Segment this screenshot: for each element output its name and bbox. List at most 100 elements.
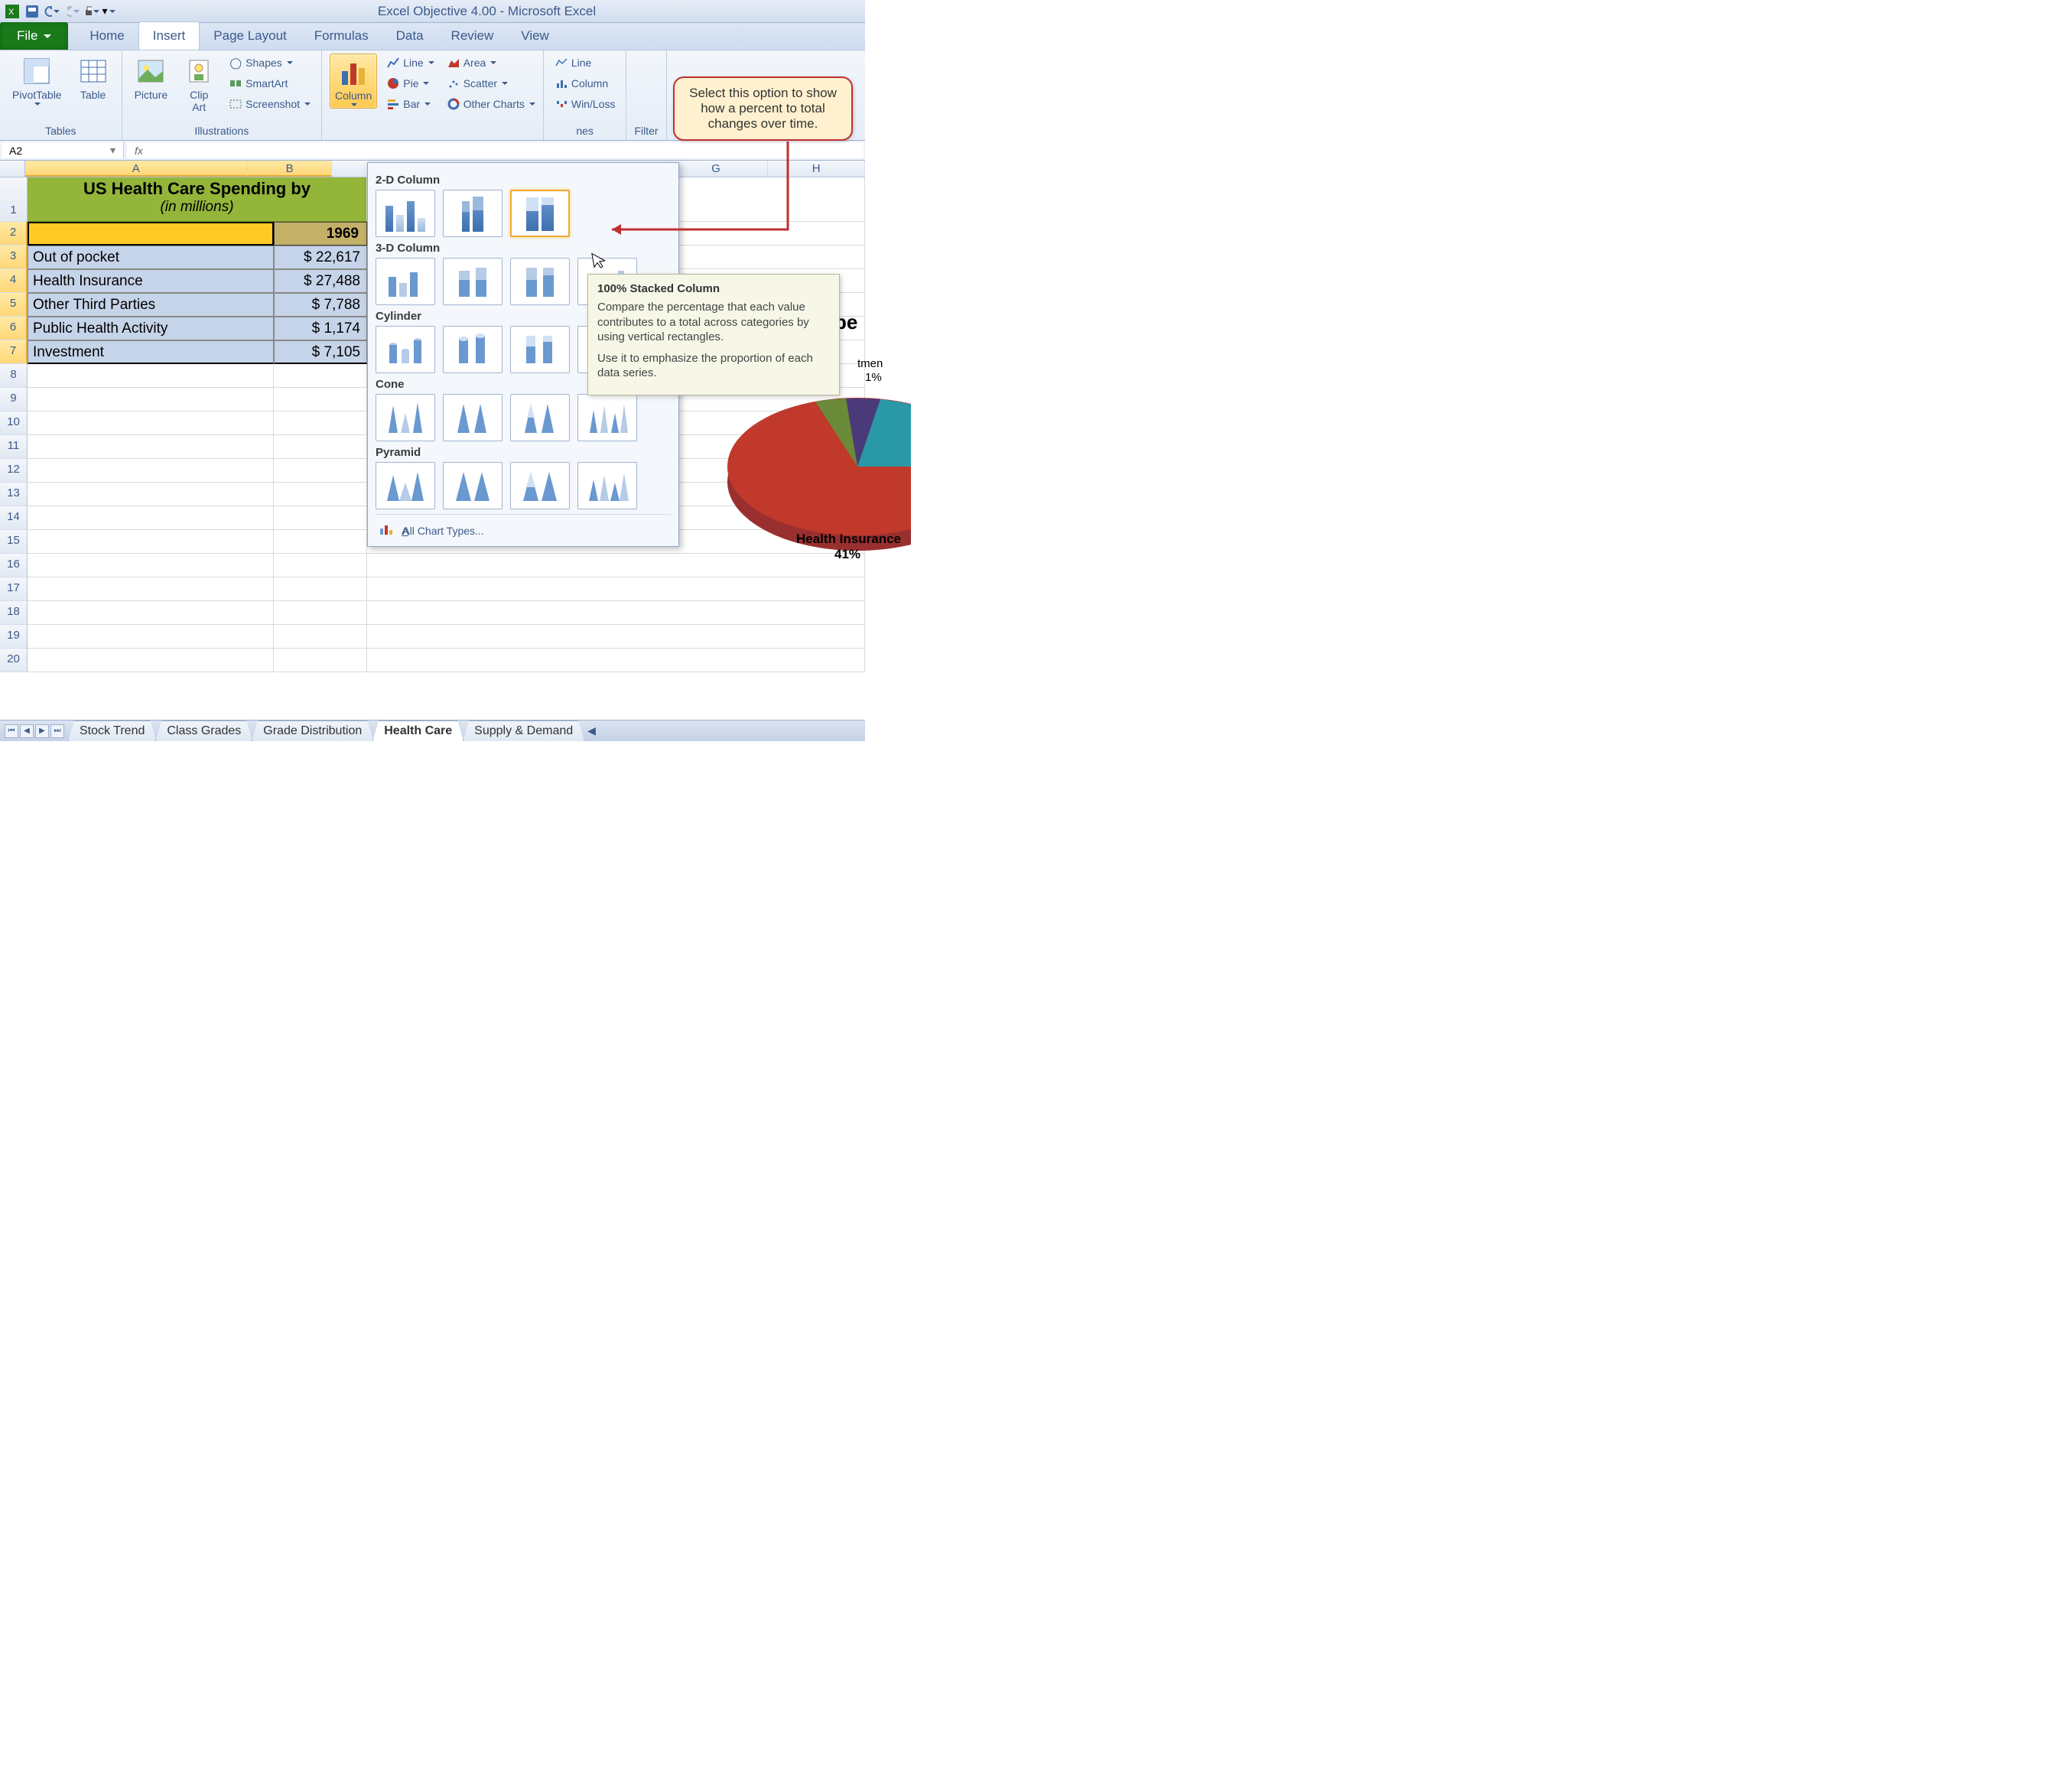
picture-button[interactable]: Picture [130, 54, 173, 102]
sheet-nav-prev[interactable]: ◀ [20, 724, 34, 738]
ribbon-tabs: File Home Insert Page Layout Formulas Da… [0, 23, 865, 50]
group-filter: Filter [626, 50, 666, 140]
sheet-nav-last[interactable]: ⏭ [50, 724, 64, 738]
all-chart-types-icon [379, 522, 394, 538]
shapes-button[interactable]: ◯Shapes [226, 54, 314, 72]
sheet-scroll-icon[interactable]: ◀ [587, 724, 596, 737]
tab-review[interactable]: Review [437, 22, 508, 50]
quick-access-toolbar: X ▾ [5, 4, 113, 19]
pivottable-button[interactable]: PivotTable [8, 54, 67, 107]
table-icon [77, 55, 109, 87]
other-charts-button[interactable]: Other Charts [444, 95, 538, 113]
clipart-icon [183, 55, 215, 87]
clipart-button[interactable]: Clip Art [178, 54, 220, 115]
sparkline-line-button[interactable]: Line [551, 54, 619, 72]
qat-customize-icon[interactable]: ▾ [104, 4, 113, 19]
col-header-B[interactable]: B [248, 161, 332, 177]
sheet-tab-stock-trend[interactable]: Stock Trend [68, 720, 156, 741]
sparkline-winloss-icon [555, 97, 568, 111]
group-sparklines: Line Column Win/Loss nes [544, 50, 627, 140]
chart-pyr-3d[interactable] [577, 462, 637, 509]
tab-insert[interactable]: Insert [138, 21, 200, 50]
other-charts-icon [447, 97, 460, 111]
svg-text:Health Insurance: Health Insurance [796, 532, 901, 546]
chart-tooltip: 100% Stacked Column Compare the percenta… [587, 274, 840, 395]
area-chart-button[interactable]: Area [444, 54, 538, 72]
bar-chart-icon [386, 97, 400, 111]
smartart-button[interactable]: SmartArt [226, 74, 314, 93]
cell-B2[interactable]: 1969 [274, 222, 367, 246]
name-box[interactable]: A2▾ [2, 142, 124, 158]
chart-3d-100stacked[interactable] [510, 258, 570, 305]
title-cell[interactable]: US Health Care Spending by (in millions) [28, 177, 367, 222]
line-chart-button[interactable]: Line [383, 54, 437, 72]
picture-icon [135, 55, 167, 87]
chart-stacked-column[interactable] [443, 190, 503, 237]
tab-file[interactable]: File [0, 22, 68, 50]
chart-pyr-100stacked[interactable] [510, 462, 570, 509]
table-button[interactable]: Table [73, 54, 114, 102]
pie-chart-button[interactable]: Pie [383, 74, 437, 93]
title-bar: X ▾ Excel Objective 4.00 - Microsoft Exc… [0, 0, 865, 23]
tab-page-layout[interactable]: Page Layout [200, 22, 300, 50]
group-label-sparklines: nes [551, 123, 619, 138]
select-all-corner[interactable] [0, 161, 25, 177]
all-chart-types-button[interactable]: AAll Chart Types... [376, 514, 671, 542]
bar-chart-button[interactable]: Bar [383, 95, 437, 113]
row-header-2[interactable]: 2 [0, 222, 28, 246]
excel-icon: X [5, 4, 20, 19]
section-pyramid: Pyramid [376, 446, 671, 459]
sheet-tab-grade-distribution[interactable]: Grade Distribution [252, 720, 373, 741]
print-icon[interactable] [84, 4, 99, 19]
chart-cone-3d[interactable] [577, 394, 637, 441]
sheet-tab-supply-demand[interactable]: Supply & Demand [463, 720, 584, 741]
group-label-illustrations: Illustrations [130, 123, 314, 138]
column-chart-icon [337, 56, 369, 88]
tab-data[interactable]: Data [382, 22, 437, 50]
fx-icon: fx [135, 145, 143, 157]
tab-formulas[interactable]: Formulas [301, 22, 382, 50]
annotation-callout: Select this option to show how a percent… [673, 76, 853, 141]
save-icon[interactable] [24, 4, 40, 19]
chart-cyl-stacked[interactable] [443, 326, 503, 373]
group-tables: PivotTable Table Tables [0, 50, 122, 140]
sheet-nav-next[interactable]: ▶ [35, 724, 49, 738]
chart-3d-clustered[interactable] [376, 258, 435, 305]
svg-text:1%: 1% [865, 371, 882, 384]
chart-pyr-stacked[interactable] [443, 462, 503, 509]
screenshot-button[interactable]: Screenshot [226, 95, 314, 113]
scatter-chart-button[interactable]: Scatter [444, 74, 538, 93]
column-chart-button[interactable]: Column [330, 54, 377, 109]
area-chart-icon [447, 56, 460, 70]
sheet-tab-health-care[interactable]: Health Care [372, 720, 464, 741]
redo-icon[interactable] [64, 4, 80, 19]
chart-cone-clustered[interactable] [376, 394, 435, 441]
chart-100-stacked-column[interactable] [510, 190, 570, 237]
window-title: Excel Objective 4.00 - Microsoft Excel [113, 4, 860, 19]
sparkline-winloss-button[interactable]: Win/Loss [551, 95, 619, 113]
row-header-1[interactable]: 1 [0, 177, 28, 222]
tab-view[interactable]: View [507, 22, 563, 50]
cell-A2[interactable] [28, 222, 274, 246]
sparkline-column-button[interactable]: Column [551, 74, 619, 93]
sheet-nav-first[interactable]: ⏮ [5, 724, 18, 738]
chart-clustered-column[interactable] [376, 190, 435, 237]
pivottable-icon [21, 55, 53, 87]
sheet-tab-bar: ⏮ ◀ ▶ ⏭ Stock Trend Class Grades Grade D… [0, 720, 865, 741]
chart-3d-stacked[interactable] [443, 258, 503, 305]
chart-cone-100stacked[interactable] [510, 394, 570, 441]
tab-home[interactable]: Home [76, 22, 138, 50]
sparkline-line-icon [555, 56, 568, 70]
chart-cyl-100stacked[interactable] [510, 326, 570, 373]
chart-pyr-clustered[interactable] [376, 462, 435, 509]
sheet-tab-class-grades[interactable]: Class Grades [155, 720, 252, 741]
pie-chart-icon [386, 76, 400, 90]
chart-cone-stacked[interactable] [443, 394, 503, 441]
undo-icon[interactable] [44, 4, 60, 19]
line-chart-icon [386, 56, 400, 70]
col-header-A[interactable]: A [25, 161, 248, 177]
chart-cyl-clustered[interactable] [376, 326, 435, 373]
screenshot-icon [229, 97, 242, 111]
svg-text:X: X [8, 8, 15, 17]
svg-text:41%: 41% [834, 547, 860, 561]
